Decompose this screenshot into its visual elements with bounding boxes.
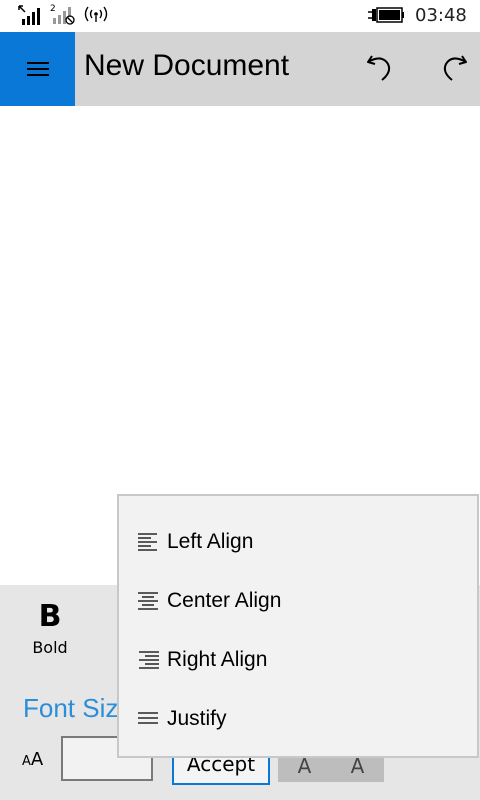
status-bar: 2 03:48 xyxy=(0,0,480,32)
menu-item-center-align[interactable]: Center Align xyxy=(137,581,281,621)
signal-sim2-icon: 2 xyxy=(50,4,75,25)
menu-item-right-align[interactable]: Right Align xyxy=(137,640,267,680)
align-left-icon xyxy=(138,533,157,551)
wifi-icon xyxy=(84,6,108,22)
signal-strength-icon xyxy=(18,5,40,25)
font-size-icon: AA xyxy=(22,749,44,770)
bold-label: Bold xyxy=(32,638,68,657)
menu-item-label: Center Align xyxy=(167,589,282,612)
alignment-menu: Left Align Center Align Right Align Just… xyxy=(117,494,479,758)
redo-icon[interactable] xyxy=(436,50,472,86)
menu-item-label: Justify xyxy=(167,707,227,730)
align-right-icon xyxy=(139,651,159,669)
bold-icon: B xyxy=(38,599,62,634)
bold-button[interactable]: B Bold xyxy=(22,599,78,669)
hamburger-icon xyxy=(26,62,49,76)
menu-item-justify[interactable]: Justify xyxy=(137,699,227,739)
clock-time: 03:48 xyxy=(415,5,467,26)
menu-item-label: Left Align xyxy=(167,530,254,553)
hamburger-menu-button[interactable] xyxy=(0,32,75,106)
page-title: New Document xyxy=(84,49,290,82)
menu-item-label: Right Align xyxy=(167,648,268,671)
font-size-heading: Font Siz xyxy=(23,693,119,723)
align-center-icon xyxy=(138,592,158,610)
battery-charging-icon xyxy=(368,7,404,23)
menu-item-left-align[interactable]: Left Align xyxy=(137,522,253,562)
undo-icon[interactable] xyxy=(362,50,398,86)
justify-icon xyxy=(138,712,158,724)
sim2-label: 2 xyxy=(50,4,56,14)
app-header: New Document xyxy=(0,32,480,106)
